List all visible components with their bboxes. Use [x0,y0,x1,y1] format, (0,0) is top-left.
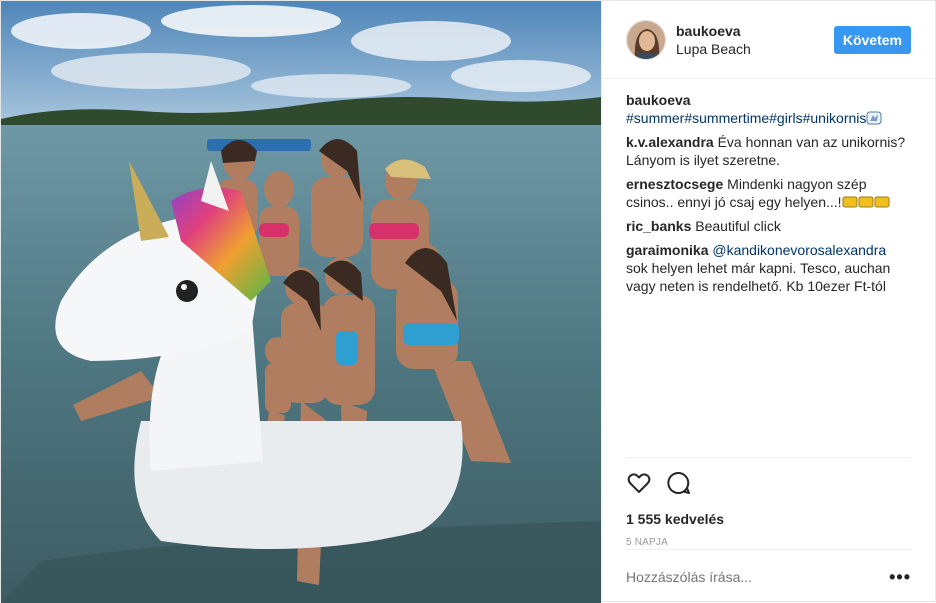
list-item: k.v.alexandra Éva honnan van az unikorni… [626,133,911,169]
header-location[interactable]: Lupa Beach [676,40,834,58]
header-username[interactable]: baukoeva [676,22,834,40]
comment-text: sok helyen lehet már kapni. Tesco, aucha… [626,260,891,294]
heart-icon[interactable] [626,470,652,496]
comment-text: Beautiful click [695,218,781,234]
speech-bubble-icon[interactable] [666,470,692,496]
comment-box: ••• [626,549,911,603]
avatar[interactable] [626,19,666,60]
caption: baukoeva #summer#summertime#girls#unikor… [626,91,911,127]
list-item: garaimonika @kandikonevorosalexandra sok… [626,241,911,295]
money-emoji-icon [842,196,858,208]
comment-username[interactable]: garaimonika [626,242,708,258]
caption-hashtags[interactable]: #summer#summertime#girls#unikornis [626,110,866,126]
comments-list: baukoeva #summer#summertime#girls#unikor… [626,91,911,455]
post-photo[interactable] [1,1,601,603]
unicorn-emoji-icon [866,111,882,125]
post-timestamp[interactable]: 5 NAPJA [626,537,911,548]
more-options-button[interactable]: ••• [889,568,911,586]
comment-username[interactable]: ernesztocsege [626,176,723,192]
avatar-image [627,20,665,59]
comment-input[interactable] [626,568,890,585]
list-item: ric_banks Beautiful click [626,217,911,235]
post-photo-image [1,1,601,603]
follow-button[interactable]: Követem [833,25,911,54]
post-header: baukoeva Lupa Beach Követem [602,1,935,79]
post-container: baukoeva Lupa Beach Követem baukoeva #su… [0,0,936,603]
caption-username[interactable]: baukoeva [626,92,691,108]
comment-mention[interactable]: @kandikonevorosalexandra [712,242,886,258]
money-emoji-icon [858,196,874,208]
comment-username[interactable]: k.v.alexandra [626,134,714,150]
money-emoji-icon [874,196,890,208]
likes-count[interactable]: 1 555 kedvelés [626,511,911,527]
post-sidebar: baukoeva Lupa Beach Követem baukoeva #su… [601,1,935,603]
comment-username[interactable]: ric_banks [626,218,691,234]
list-item: ernesztocsege Mindenki nagyon szép csino… [626,175,911,211]
post-actions: 1 555 kedvelés 5 NAPJA [626,457,911,548]
